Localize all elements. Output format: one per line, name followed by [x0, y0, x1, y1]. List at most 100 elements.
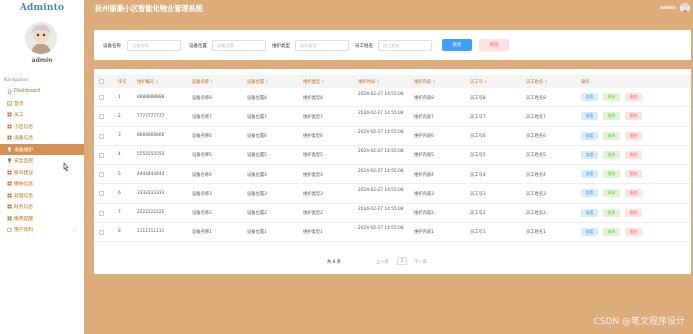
cell-name: 设备名称3 — [192, 191, 212, 197]
cell-type: 维护类型8 — [303, 95, 323, 101]
trophy-icon — [7, 147, 12, 152]
sidebar-item-0[interactable]: Dashboard — [0, 86, 84, 98]
sidebar-item-10[interactable]: 财务信息 — [0, 201, 84, 213]
sidebar-item-9[interactable]: 处理信息 — [0, 190, 84, 202]
batch-delete-button[interactable]: 删除 — [479, 39, 509, 51]
sidebar-item-1[interactable]: 首页 — [0, 98, 84, 110]
cell-code: 3333333333 — [137, 190, 165, 196]
mouse-cursor-icon — [62, 162, 70, 172]
view-button[interactable]: 查看 — [581, 208, 598, 217]
view-button[interactable]: 查看 — [581, 189, 598, 198]
column-header-3[interactable]: 设备位置⇕ — [247, 79, 268, 85]
sidebar-item-8[interactable]: 缴纳信息 — [0, 178, 84, 190]
sidebar-item-4[interactable]: 设备信息 — [0, 132, 84, 144]
column-header-8[interactable]: 员工姓名⇕ — [526, 79, 547, 85]
edit-button[interactable]: 修改 — [603, 93, 620, 101]
column-header-5[interactable]: 维护时间⇕ — [358, 79, 379, 85]
edit-button[interactable]: 修改 — [603, 112, 620, 121]
sidebar-item-7[interactable]: 投诉建议 — [0, 167, 84, 179]
table-row: 4 5555555555 设备名称5 设备位置5 维护类型5 2024-02-27 14:… — [94, 146, 691, 165]
view-button[interactable]: 查看 — [581, 93, 598, 101]
cell-code: 6666666666 — [137, 133, 165, 138]
delete-button[interactable]: 删除 — [625, 150, 642, 159]
sort-icon[interactable]: ⇕ — [155, 79, 158, 84]
cell-content: 维护内容5 — [414, 153, 434, 159]
cell-type: 维护类型2 — [303, 211, 323, 216]
column-header-0: 序号 — [118, 80, 127, 85]
header-username[interactable]: admin — [660, 6, 676, 11]
view-button[interactable]: 查看 — [581, 131, 598, 140]
user-avatar — [25, 22, 57, 54]
header-avatar[interactable] — [680, 3, 690, 13]
sort-icon[interactable]: ⇕ — [544, 79, 547, 84]
chevron-down-icon: ⌄ — [72, 227, 76, 233]
delete-button[interactable]: 删除 — [625, 112, 642, 121]
row-checkbox[interactable] — [99, 133, 104, 139]
delete-button[interactable]: 删除 — [625, 189, 642, 198]
sidebar-item-2[interactable]: 员工 — [0, 109, 84, 121]
pagination-next[interactable]: 下一页 — [414, 259, 427, 265]
sort-icon[interactable]: ⇕ — [210, 79, 213, 84]
sort-icon[interactable]: ⇕ — [432, 79, 435, 84]
pagination-current-page[interactable]: 1 — [397, 257, 407, 265]
cell-emp_name: 员工姓名5 — [526, 153, 546, 159]
column-header-1[interactable]: 维护编号⇕ — [137, 79, 158, 85]
edit-button[interactable]: 修改 — [603, 150, 620, 159]
sidebar-item-5[interactable]: 设备维护 — [0, 143, 84, 155]
view-button[interactable]: 查看 — [581, 170, 598, 178]
maintenance-type-input[interactable]: 维护类型 — [295, 40, 349, 51]
column-header-6[interactable]: 维护内容⇕ — [414, 79, 435, 85]
cell-loc: 设备位置6 — [247, 134, 267, 139]
home-icon — [7, 89, 12, 94]
equipment-location-input[interactable]: 设备位置 — [212, 40, 266, 51]
sidebar-item-6[interactable]: 安全监控 — [0, 155, 84, 167]
delete-button[interactable]: 删除 — [625, 227, 642, 236]
sidebar-item-label: 处理信息 — [14, 193, 34, 199]
edit-button[interactable]: 修改 — [603, 170, 620, 178]
delete-button[interactable]: 删除 — [625, 208, 642, 217]
cell-emp_name: 员工姓名7 — [526, 114, 546, 120]
edit-button[interactable]: 修改 — [603, 227, 620, 236]
sidebar-item-3[interactable]: 小区信息 — [0, 121, 84, 133]
pagination-prev[interactable]: 上一页 — [376, 259, 389, 265]
edit-button[interactable]: 修改 — [603, 189, 620, 198]
cell-time: 2024-02-27 14:55:08 — [358, 207, 404, 212]
delete-button[interactable]: 删除 — [625, 131, 642, 140]
view-button[interactable]: 查看 — [581, 150, 598, 159]
view-button[interactable]: 查看 — [581, 112, 598, 121]
sort-icon[interactable]: ⇕ — [376, 79, 379, 84]
row-checkbox[interactable] — [99, 152, 104, 158]
sidebar-item-11[interactable]: 缴费提醒 — [0, 213, 84, 225]
edit-button[interactable]: 修改 — [603, 208, 620, 217]
row-checkbox[interactable] — [99, 172, 104, 177]
row-checkbox[interactable] — [99, 210, 104, 216]
row-checkbox[interactable] — [99, 95, 104, 100]
trophy-icon — [7, 158, 12, 163]
sidebar-item-12[interactable]: 用户资料 ⌄ — [0, 224, 84, 236]
search-button[interactable]: 搜索 — [442, 39, 472, 51]
delete-button[interactable]: 删除 — [625, 170, 642, 178]
sort-icon[interactable]: ⇕ — [265, 79, 268, 84]
cell-no: 2 — [118, 113, 121, 119]
row-checkbox[interactable] — [99, 114, 104, 120]
edit-button[interactable]: 修改 — [603, 131, 620, 140]
column-header-4[interactable]: 维护类型⇕ — [303, 79, 324, 85]
delete-button[interactable]: 删除 — [625, 93, 642, 101]
select-all-checkbox[interactable] — [99, 79, 104, 84]
view-button[interactable]: 查看 — [581, 227, 598, 236]
employee-name-input[interactable]: 员工姓名 — [378, 40, 432, 51]
cell-type: 维护类型5 — [303, 153, 323, 159]
equipment-name-input[interactable]: 设备名称 — [127, 40, 181, 51]
system-title: 抚州丽豪小区智能化物业管理系统 — [95, 4, 203, 13]
brand-logo[interactable]: Adminto — [0, 0, 84, 16]
cell-no: 5 — [118, 171, 121, 177]
row-checkbox[interactable] — [99, 229, 104, 235]
cell-emp_no: 员工号6 — [470, 134, 486, 139]
row-checkbox[interactable] — [99, 191, 104, 197]
column-header-2[interactable]: 设备名称⇕ — [192, 79, 213, 85]
sort-icon[interactable]: ⇕ — [321, 79, 324, 84]
search-panel: 设备名称 设备名称 设备位置 设备位置 维护类型 维护类型 员工姓名 员工姓名 … — [94, 30, 691, 60]
sort-icon[interactable]: ⇕ — [484, 79, 487, 84]
cell-no: 4 — [118, 152, 121, 158]
column-header-7[interactable]: 员工号⇕ — [470, 79, 487, 85]
